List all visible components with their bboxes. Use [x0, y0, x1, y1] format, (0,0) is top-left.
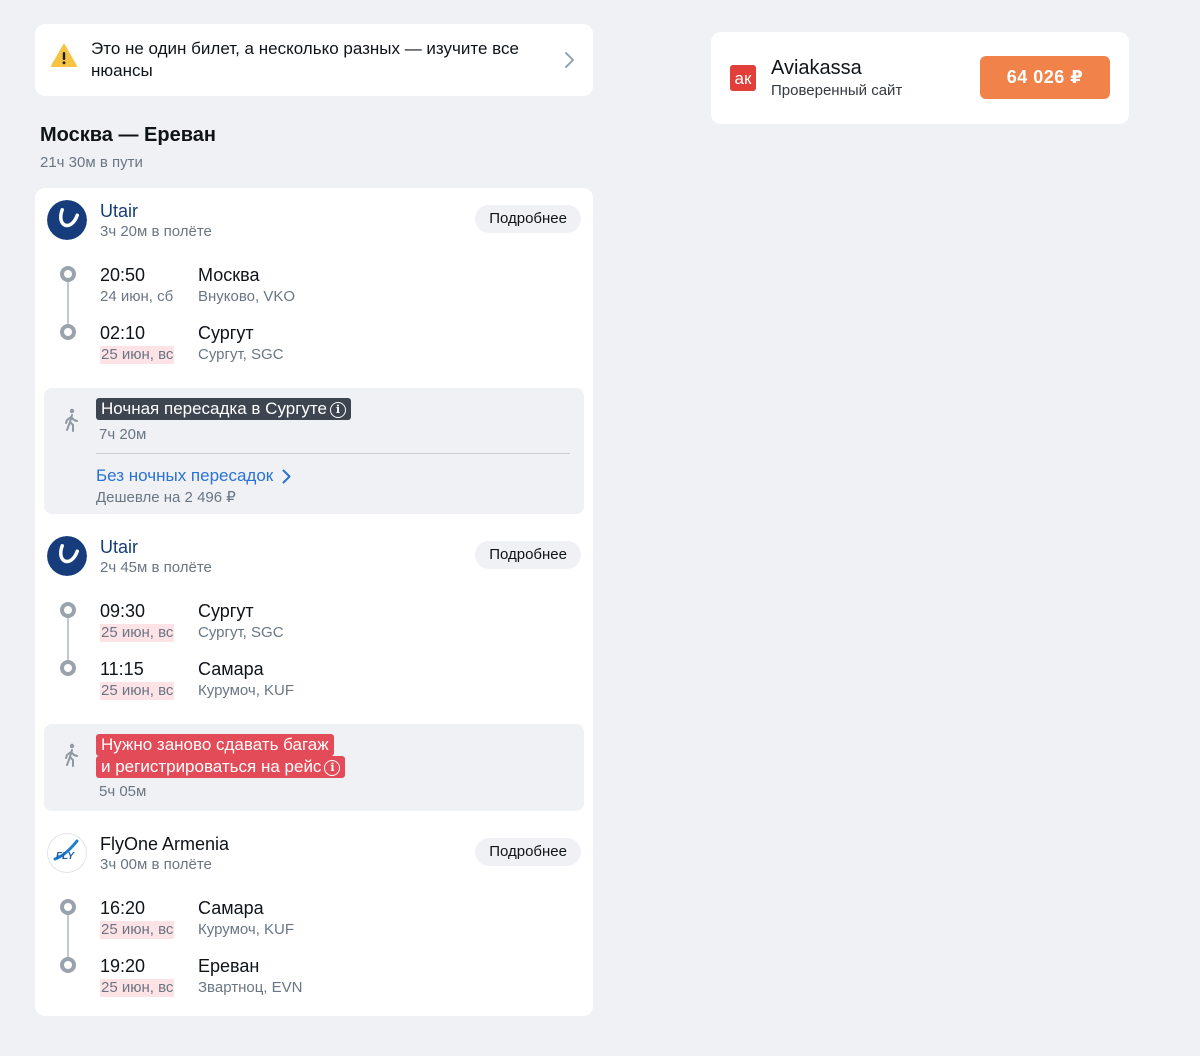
arrival-city: Ереван: [198, 956, 260, 976]
offer-card: ак Aviakassa Проверенный сайт 64 026 ₽: [711, 32, 1129, 124]
arrival-date: 25 июн, вс: [100, 682, 175, 700]
flyone-logo-text: FLY: [56, 851, 75, 862]
multi-ticket-warning-banner[interactable]: Это не один билет, а несколько разных — …: [35, 24, 593, 96]
chevron-right-icon: [565, 52, 574, 68]
details-button[interactable]: Подробнее: [475, 205, 581, 233]
departure-dot: [60, 602, 76, 618]
flight-duration: 3ч 00м в полёте: [100, 856, 212, 873]
rebaggage-line1: Нужно заново сдавать багаж: [96, 734, 334, 756]
details-button[interactable]: Подробнее: [475, 541, 581, 569]
departure-city: Самара: [198, 898, 264, 918]
segment-timeline: 16:20 25 июн, вс Самара Курумоч, KUF 19:…: [60, 898, 590, 999]
chevron-right-icon: [282, 469, 291, 483]
transfer-duration: 7ч 20м: [99, 426, 147, 443]
departure-dot: [60, 266, 76, 282]
info-icon[interactable]: i: [324, 760, 341, 776]
arrival-date: 25 июн, вс: [100, 979, 175, 997]
utair-logo-icon: [47, 536, 87, 576]
departure-city: Москва: [198, 265, 260, 285]
route-title: Москва — Ереван: [40, 124, 216, 146]
segment-timeline: 09:30 25 июн, вс Сургут Сургут, SGC 11:1…: [60, 601, 590, 702]
arrival-dot: [60, 957, 76, 973]
transfer-block: Нужно заново сдавать багаж и регистриров…: [44, 724, 584, 811]
no-night-transfers-link[interactable]: Без ночных пересадок: [96, 466, 291, 486]
departure-airport: Внуково, VKO: [198, 288, 296, 305]
utair-logo-icon: [47, 200, 87, 240]
walking-person-icon: [65, 408, 78, 432]
departure-time: 09:30: [100, 601, 146, 621]
departure-date: 25 июн, вс: [100, 921, 175, 939]
arrival-time: 02:10: [100, 323, 146, 343]
departure-city: Сургут: [198, 601, 254, 621]
flyone-logo-icon: FLY: [47, 833, 87, 873]
flight-duration: 2ч 45м в полёте: [100, 559, 212, 576]
arrival-airport: Курумоч, KUF: [198, 682, 295, 699]
departure-time: 20:50: [100, 265, 146, 285]
arrival-date: 25 июн, вс: [100, 346, 175, 364]
segment-timeline: 20:50 24 июн, сб Москва Внуково, VKO 02:…: [60, 265, 590, 366]
agency-name: Aviakassa: [771, 57, 862, 79]
details-button[interactable]: Подробнее: [475, 838, 581, 866]
rebaggage-line2: и регистрироваться на рейс: [101, 757, 322, 776]
warning-triangle-icon: [51, 44, 77, 67]
arrival-dot: [60, 660, 76, 676]
aviakassa-logo-text: ак: [735, 69, 752, 88]
airline-name: Utair: [100, 201, 139, 221]
alt-price-diff: Дешевле на 2 496 ₽: [96, 489, 236, 506]
rebaggage-warning-tag[interactable]: Нужно заново сдавать багаж и регистриров…: [96, 734, 346, 778]
agency-verified-label: Проверенный сайт: [771, 82, 903, 99]
departure-date: 25 июн, вс: [100, 624, 175, 642]
arrival-time: 19:20: [100, 956, 146, 976]
segment-header: Utair 2ч 45м в полёте Подробнее: [47, 536, 581, 580]
walking-person-icon: [65, 743, 78, 767]
night-transfer-tag[interactable]: Ночная пересадка в Сургуте i: [96, 398, 351, 420]
arrival-dot: [60, 324, 76, 340]
departure-airport: Сургут, SGC: [198, 624, 284, 641]
arrival-city: Самара: [198, 659, 264, 679]
airline-name: FlyOne Armenia: [100, 834, 230, 854]
airline-name: Utair: [100, 537, 139, 557]
warning-text: Это не один билет, а несколько разных — …: [91, 39, 519, 80]
arrival-time: 11:15: [100, 659, 144, 679]
aviakassa-logo-icon: ак: [730, 65, 756, 91]
transfer-divider: [96, 453, 570, 454]
transfer-block: Ночная пересадка в Сургуте i 7ч 20м Без н…: [44, 388, 584, 514]
segment-header: FLY FlyOne Armenia 3ч 00м в полёте Подро…: [47, 833, 581, 877]
itinerary-card: Utair 3ч 20м в полёте Подробнее 20:50 24…: [35, 188, 593, 1016]
flight-duration: 3ч 20м в полёте: [100, 223, 212, 240]
departure-airport: Курумоч, KUF: [198, 921, 295, 938]
segment-header: Utair 3ч 20м в полёте Подробнее: [47, 200, 581, 244]
transfer-duration: 5ч 05м: [99, 783, 147, 800]
info-icon[interactable]: i: [329, 402, 346, 418]
departure-time: 16:20: [100, 898, 146, 918]
departure-date: 24 июн, сб: [100, 288, 174, 305]
alt-link-label: Без ночных пересадок: [96, 466, 274, 485]
arrival-city: Сургут: [198, 323, 254, 343]
buy-price-button[interactable]: 64 026 ₽: [980, 56, 1110, 99]
night-transfer-text: Ночная пересадка в Сургуте: [101, 399, 327, 418]
departure-dot: [60, 899, 76, 915]
total-duration: 21ч 30м в пути: [40, 154, 143, 171]
arrival-airport: Звартноц, EVN: [198, 979, 303, 996]
arrival-airport: Сургут, SGC: [198, 346, 284, 363]
